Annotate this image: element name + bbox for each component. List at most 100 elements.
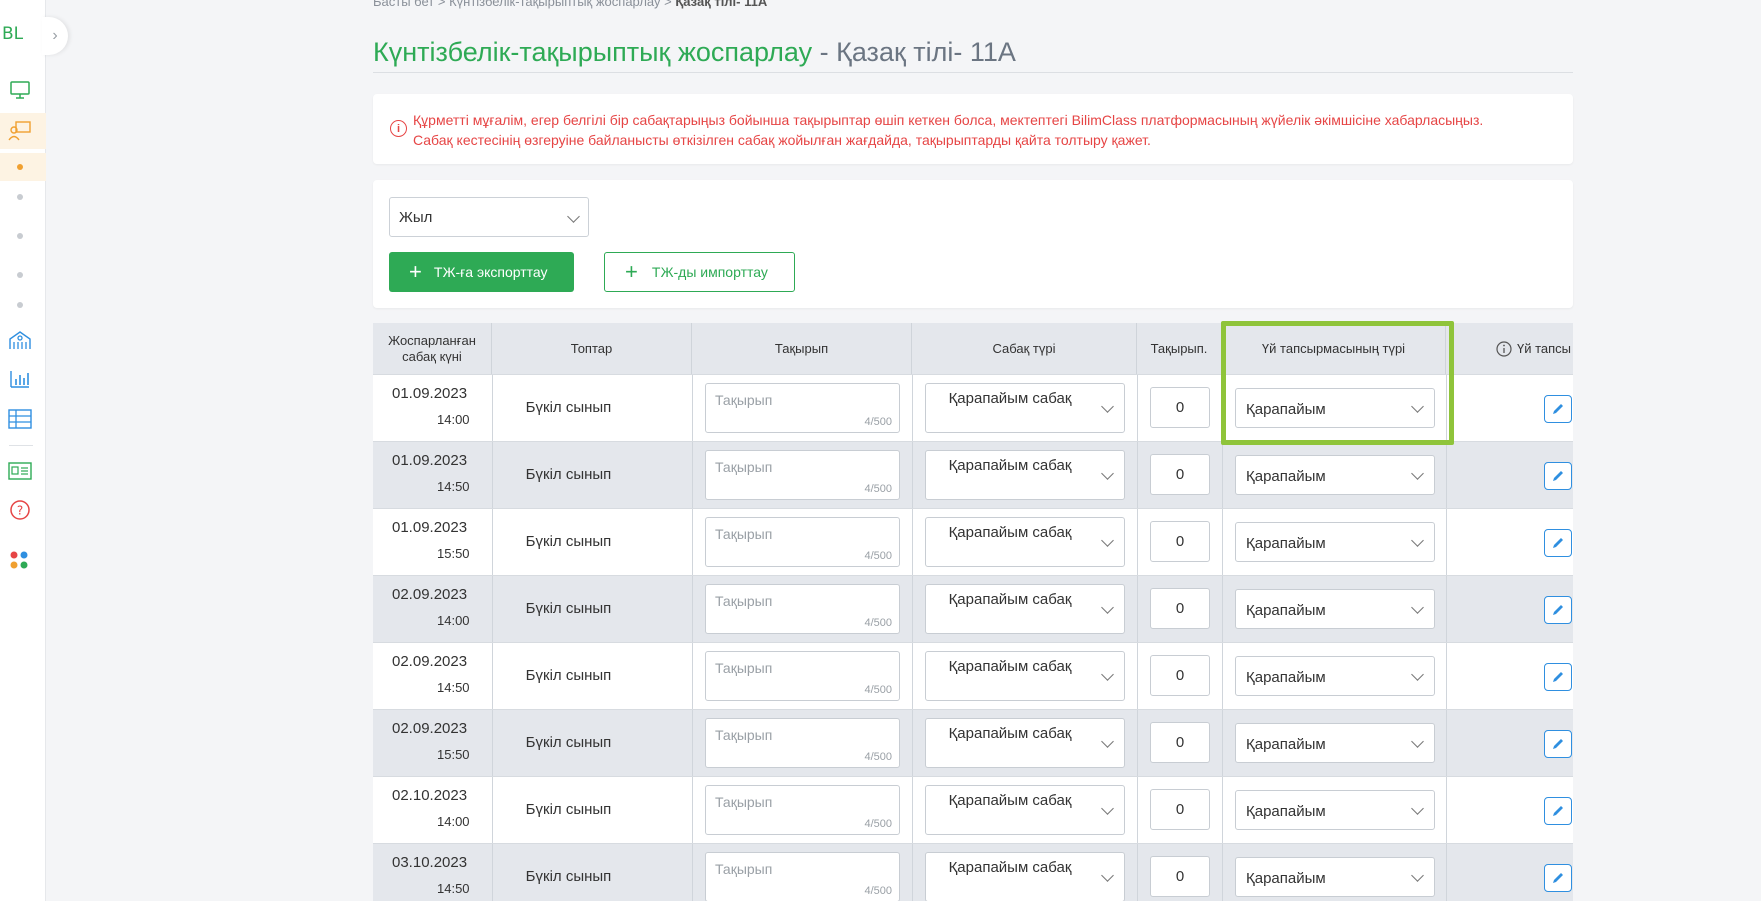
export-button[interactable]: + ТЖ-ға экспорттау	[389, 252, 574, 292]
topic-input[interactable]: Тақырып 4/500	[705, 517, 900, 567]
lesson-time: 14:00	[437, 613, 470, 628]
column-divider	[912, 844, 913, 901]
lesson-type-select[interactable]: Қарапайым сабақ	[925, 651, 1125, 701]
hours-input[interactable]: 0	[1150, 454, 1210, 495]
sidebar-subitem-3[interactable]	[17, 233, 23, 239]
apps-grid-icon[interactable]	[7, 548, 33, 574]
bar-chart-icon[interactable]	[7, 366, 33, 392]
lesson-date: 01.09.2023	[392, 385, 468, 402]
table-row: 01.09.2023 14:50 Бүкіл сынып Тақырып 4/500 Қа…	[373, 441, 1573, 509]
edit-button[interactable]	[1544, 529, 1572, 557]
topic-char-count: 4/500	[864, 416, 892, 428]
chevron-down-icon	[1101, 400, 1114, 413]
column-divider	[1446, 777, 1447, 844]
hw-type-select[interactable]: Қарапайым	[1235, 522, 1435, 562]
hw-type-select[interactable]: Қарапайым	[1235, 790, 1435, 830]
lesson-date: 02.10.2023	[392, 787, 468, 804]
lesson-type-select[interactable]: Қарапайым сабақ	[925, 450, 1125, 500]
pencil-icon	[1553, 873, 1563, 883]
topic-placeholder: Тақырып	[715, 660, 773, 676]
info-icon: i	[390, 120, 407, 137]
header-lesson-type[interactable]: Сабақ түрі	[912, 323, 1137, 374]
edit-button[interactable]	[1544, 730, 1572, 758]
topic-input[interactable]: Тақырып 4/500	[705, 450, 900, 500]
teacher-board-icon[interactable]	[7, 118, 33, 144]
hours-input[interactable]: 0	[1150, 856, 1210, 897]
topic-input[interactable]: Тақырып 4/500	[705, 651, 900, 701]
monitor-icon[interactable]	[7, 77, 33, 103]
hours-input[interactable]: 0	[1150, 789, 1210, 830]
column-divider	[1446, 509, 1447, 576]
lesson-type-select[interactable]: Қарапайым сабақ	[925, 517, 1125, 567]
topic-input[interactable]: Тақырып 4/500	[705, 852, 900, 901]
edit-button[interactable]	[1544, 864, 1572, 892]
hours-input[interactable]: 0	[1150, 655, 1210, 696]
topic-input[interactable]: Тақырып 4/500	[705, 785, 900, 835]
lesson-type-select[interactable]: Қарапайым сабақ	[925, 383, 1125, 433]
year-select[interactable]: Жыл	[389, 197, 589, 237]
table-icon[interactable]	[7, 406, 33, 432]
alert-text: Құрметті мұғалім, егер белгілі бір сабақ…	[413, 112, 1484, 148]
edit-button[interactable]	[1544, 462, 1572, 490]
header-hours[interactable]: Тақырып.	[1137, 323, 1222, 374]
hw-type-select[interactable]: Қарапайым	[1235, 388, 1435, 428]
edit-button[interactable]	[1544, 797, 1572, 825]
sidebar-subitem-2[interactable]	[17, 194, 23, 200]
lesson-type-select[interactable]: Қарапайым сабақ	[925, 785, 1125, 835]
column-divider	[1446, 643, 1447, 710]
topic-input[interactable]: Тақырып 4/500	[705, 383, 900, 433]
topic-placeholder: Тақырып	[715, 392, 773, 408]
id-card-icon[interactable]	[7, 458, 33, 484]
hw-type-select[interactable]: Қарапайым	[1235, 857, 1435, 897]
column-divider	[912, 442, 913, 509]
lesson-type-select[interactable]: Қарапайым сабақ	[925, 718, 1125, 768]
breadcrumb-home[interactable]: Басты бет	[373, 0, 434, 9]
help-icon[interactable]: ?	[7, 497, 33, 523]
column-divider	[1222, 844, 1223, 901]
topic-input[interactable]: Тақырып 4/500	[705, 584, 900, 634]
column-divider	[912, 643, 913, 710]
edit-button[interactable]	[1544, 663, 1572, 691]
import-button[interactable]: + ТЖ-ды импорттау	[604, 252, 795, 292]
column-divider	[912, 710, 913, 777]
header-topic[interactable]: Тақырып	[692, 323, 912, 374]
sidebar: BL › ?	[0, 0, 68, 901]
edit-button[interactable]	[1544, 395, 1572, 423]
lesson-type-select[interactable]: Қарапайым сабақ	[925, 584, 1125, 634]
breadcrumb-parent[interactable]: Күнтізбелік-тақырыптық жоспарлау	[449, 0, 660, 9]
sidebar-expand-button[interactable]: ›	[42, 17, 68, 55]
hw-type-select[interactable]: Қарапайым	[1235, 589, 1435, 629]
sidebar-subitem-1[interactable]	[17, 164, 23, 170]
chevron-down-icon	[567, 210, 580, 223]
header-date[interactable]: Жоспарланған сабақ күні	[373, 323, 492, 374]
hours-input[interactable]: 0	[1150, 521, 1210, 562]
hours-input[interactable]: 0	[1150, 387, 1210, 428]
hw-type-select[interactable]: Қарапайым	[1235, 656, 1435, 696]
school-icon[interactable]	[7, 327, 33, 353]
sidebar-subitem-5[interactable]	[17, 302, 23, 308]
edit-button[interactable]	[1544, 596, 1572, 624]
lesson-time: 14:50	[437, 881, 470, 896]
header-groups[interactable]: Топтар	[492, 323, 692, 374]
lesson-date: 02.09.2023	[392, 586, 468, 603]
header-hw[interactable]: Үй тапсы	[1446, 323, 1573, 374]
lesson-type-select[interactable]: Қарапайым сабақ	[925, 852, 1125, 901]
column-divider	[1222, 777, 1223, 844]
hw-type-value: Қарапайым	[1246, 870, 1326, 887]
topic-placeholder: Тақырып	[715, 727, 773, 743]
sidebar-subitem-4[interactable]	[17, 272, 23, 278]
hours-input[interactable]: 0	[1150, 722, 1210, 763]
topic-input[interactable]: Тақырып 4/500	[705, 718, 900, 768]
column-divider	[1137, 509, 1138, 576]
hw-type-value: Қарапайым	[1246, 669, 1326, 686]
hw-type-select[interactable]: Қарапайым	[1235, 455, 1435, 495]
column-divider	[1222, 576, 1223, 643]
header-hw-type[interactable]: Үй тапсырмасының түрі	[1222, 323, 1446, 374]
breadcrumb-separator: >	[664, 0, 672, 9]
hours-input[interactable]: 0	[1150, 588, 1210, 629]
column-divider	[1446, 844, 1447, 901]
hw-type-select[interactable]: Қарапайым	[1235, 723, 1435, 763]
chevron-down-icon	[1411, 467, 1424, 480]
pencil-icon	[1553, 471, 1563, 481]
column-divider	[1446, 442, 1447, 509]
